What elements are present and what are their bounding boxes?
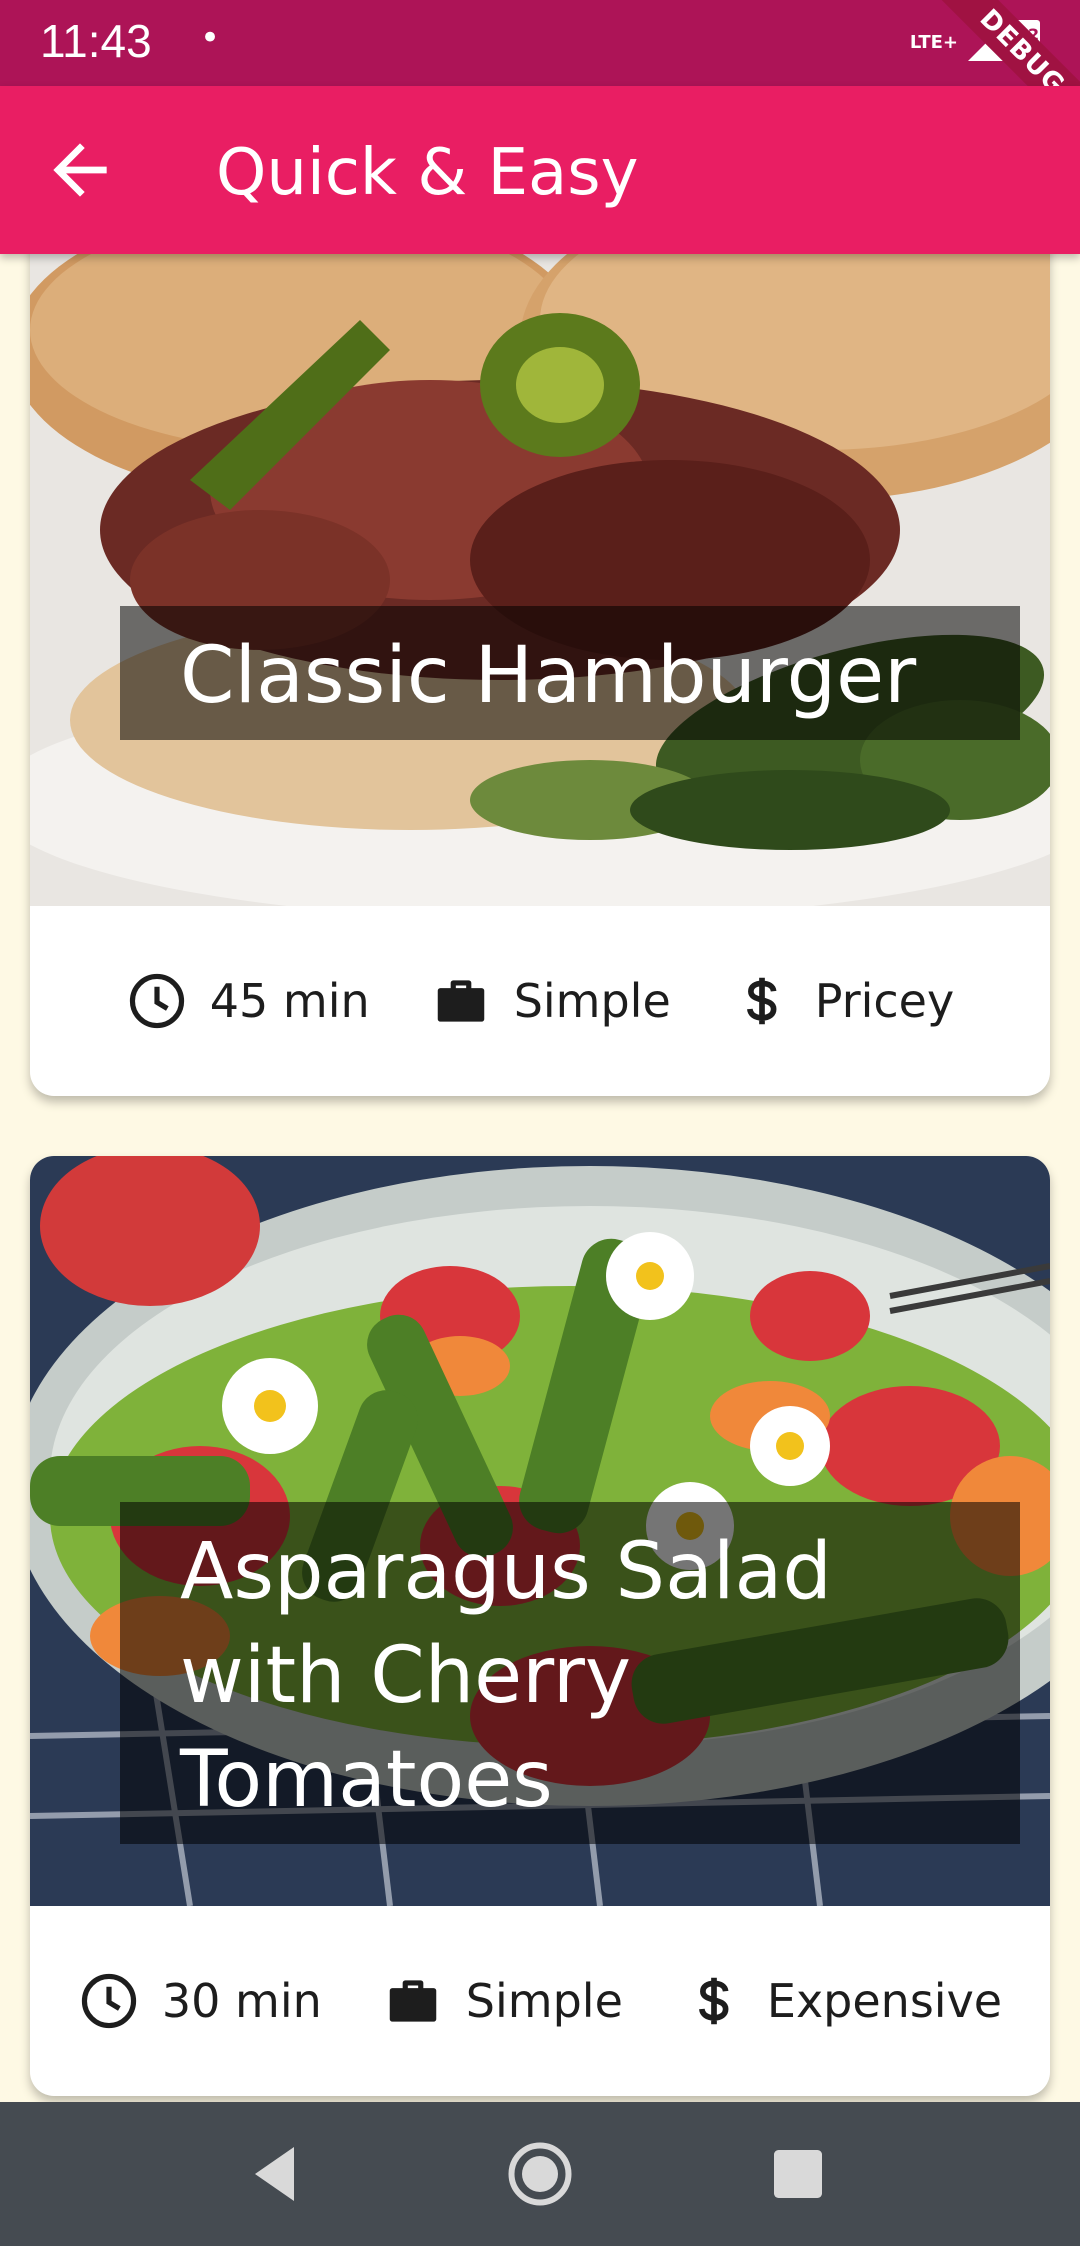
notification-dot: • [200,18,221,58]
clock-icon [81,1973,137,2029]
affordability-label: Expensive [766,1974,1003,2028]
meal-meta: 30 min Simple Expensive [30,1906,1050,2096]
duration: 45 min [126,970,370,1032]
complexity-label: Simple [513,974,671,1028]
clock-icon [129,973,184,1029]
affordability: Pricey [731,970,954,1032]
meal-title-panel: Asparagus Salad with Cherry Tomatoes [120,1502,1020,1844]
affordability: Expensive [683,1970,1002,2032]
back-triangle-icon[interactable] [240,2138,312,2210]
home-circle-icon[interactable] [504,2138,576,2210]
briefcase-icon [437,980,484,1022]
complexity: Simple [430,970,671,1032]
duration: 30 min [78,1970,322,2032]
duration-label: 30 min [161,1974,322,2028]
network-type: LTE+ [909,31,958,53]
system-nav-bar [0,2102,1080,2246]
duration-label: 45 min [209,974,370,1028]
back-button[interactable] [40,130,120,210]
meal-card[interactable]: Asparagus Salad with Cherry Tomatoes 30 … [30,1156,1050,2096]
status-bar: 11:43 • LTE+ 92 DEBUG [0,0,1080,151]
app-bar: Quick & Easy [0,86,1080,254]
meal-card[interactable]: Classic Hamburger 45 min Simple Pricey [30,160,1050,1096]
meal-image-hamburger [30,160,1050,906]
arrow-back-icon [53,143,107,197]
meal-title-panel: Classic Hamburger [120,606,1020,740]
meal-title: Asparagus Salad with Cherry Tomatoes [180,1527,832,1825]
recents-square-icon[interactable] [762,2138,834,2210]
complexity: Simple [382,1970,623,2032]
meal-title: Classic Hamburger [180,631,917,721]
dollar-icon [698,1977,729,2025]
page-title: Quick & Easy [216,136,639,210]
affordability-label: Pricey [814,974,955,1028]
meal-meta: 45 min Simple Pricey [30,906,1050,1096]
briefcase-icon [389,1980,437,2022]
complexity-label: Simple [465,1974,623,2028]
dollar-icon [746,977,777,1025]
status-time: 11:43 [40,15,152,67]
